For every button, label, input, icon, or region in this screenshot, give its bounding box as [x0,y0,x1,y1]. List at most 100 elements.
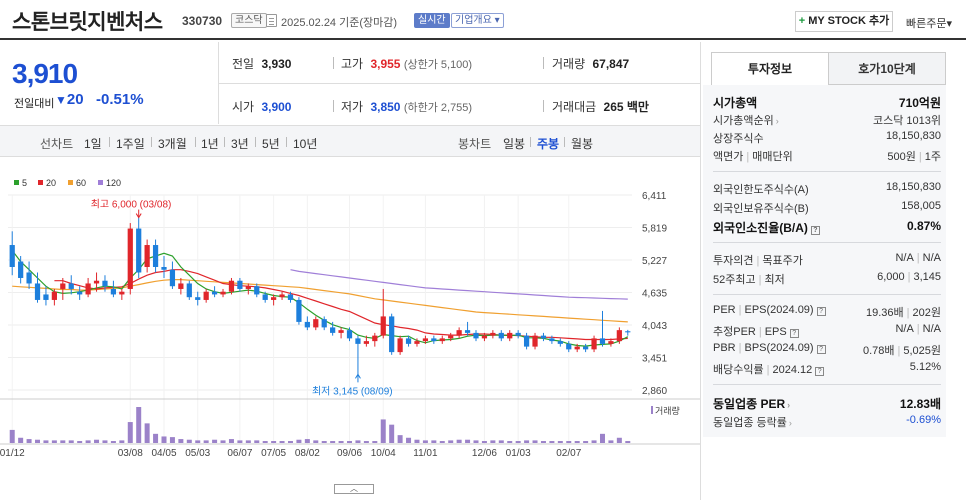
candlestick-chart[interactable]: 5 20 60 120 6,411 5,819 5,227 4,635 4,043 3,451 2… [0,172,700,462]
tab-monthly-candle[interactable]: 월봉 [571,135,593,152]
add-my-stock-button[interactable]: + MY STOCK 추가 [795,11,893,32]
candle-body [262,294,268,300]
line-chart-label: 선차트 [40,137,74,151]
company-overview-dropdown[interactable]: 기업개요 ▾ [451,13,504,28]
legend-swatch [98,180,103,185]
help-icon[interactable]: ? [810,226,820,235]
volume-bar [144,423,150,443]
candle-body [473,332,479,339]
candle-body [178,283,184,289]
help-icon[interactable]: ? [815,367,825,376]
help-icon[interactable]: ? [789,329,799,338]
y-tick-label: 4,043 [642,321,667,332]
tab-investment-info[interactable]: 투자정보 [711,52,829,85]
y-tick-label: 5,819 [642,224,667,235]
candle-body [549,338,555,342]
tab-3y[interactable]: 3년 [231,135,249,152]
tab-1d[interactable]: 1일 [84,135,102,152]
x-tick-label: 01/03 [506,448,531,459]
x-tick-label: 05/03 [185,448,210,459]
x-tick-label: 09/06 [337,448,362,459]
candle-body [439,338,445,342]
candle-body [355,338,361,344]
candle-body [245,286,251,289]
candle-body [228,280,235,292]
x-tick-label: 03/08 [118,448,143,459]
stock-name: 스톤브릿지벤처스 [12,11,163,34]
x-tick-label: 10/04 [371,448,396,459]
candle-body [203,291,209,300]
candle-body [119,291,125,295]
tab-10y[interactable]: 10년 [293,135,317,152]
help-icon[interactable]: ? [816,345,826,354]
volume-bar [127,422,133,443]
candle-body [152,245,159,267]
x-tick-label: 08/02 [295,448,320,459]
candle-body [51,291,57,300]
candle-body [414,341,420,344]
candle-body [279,294,285,298]
candle-body [26,272,32,284]
base-date: 2025.02.24 기준(장마감) [281,17,398,29]
candle-body [591,338,597,350]
tab-1y[interactable]: 1년 [201,135,219,152]
sector-per-row[interactable]: 동일업종 PER › 12.83배 [713,395,941,411]
candle-body [338,330,344,333]
sector-change-row[interactable]: 동일업종 등락률 › -0.69% [713,414,941,430]
quick-order-link[interactable]: 빠른주문▾ [906,15,952,31]
legend-swatch [14,180,19,185]
price-summary: 3,910 전일대비 ▼20 -0.51% 전일 3,930 고가 3,955 … [0,42,700,124]
investment-panel: 투자정보 호가10단계 시가총액 710억원 시가총액순위 › 코스닥 1013위… [703,42,966,500]
candle-body [287,294,294,300]
candle-body [321,319,327,328]
tab-1w[interactable]: 1주일 [116,135,145,152]
realtime-button[interactable]: 실시간 [414,13,450,28]
candle-body [448,335,454,339]
candle-body [254,286,260,295]
y-axis-ticks: 6,411 5,819 5,227 4,635 4,043 3,451 2,860 [642,191,667,397]
candle-body [144,245,150,267]
candle-body [523,335,530,347]
candle-body [271,297,277,300]
tab-3m[interactable]: 3개월 [158,135,187,152]
market-cap-rank-row[interactable]: 시가총액순위 › 코스닥 1013위 [713,112,941,128]
pbr-row: PBR | BPS(2024.09)? 0.78배 | 5,025원 [713,342,941,357]
help-icon[interactable]: ? [816,307,826,316]
moving-average-lines [11,250,629,347]
trade-amount: 거래대금 265 백만 [552,100,649,114]
candle-body [397,338,403,353]
candle-body [211,291,218,295]
per-row: PER | EPS(2024.09)? 19.36배 | 202원 [713,304,941,319]
current-price: 3,910 [12,58,78,89]
market-badge: 코스닥 [231,13,267,28]
y-tick-label: 3,451 [642,354,667,365]
candle-body [422,338,429,342]
tab-weekly-candle[interactable]: 주봉 [537,135,559,152]
chart-period-bar: 선차트 1일 1주일 3개월 1년 3년 5년 10년 봉차트 일봉 주봉 월봉 [0,125,700,157]
y-tick-label: 5,227 [642,256,667,267]
dividend-row: 배당수익률 | 2024.12? 5.12% [713,361,941,376]
candle-body [18,261,24,278]
candle-body [566,343,572,350]
tab-ask-10-levels[interactable]: 호가10단계 [828,52,946,85]
candle-body [43,294,49,300]
est-per-row: 추정PER | EPS? N/A | N/A [713,323,941,338]
tab-daily-candle[interactable]: 일봉 [503,135,525,152]
candle-body [557,341,563,344]
candle-body [574,346,580,350]
x-tick-label: 12/06 [472,448,497,459]
candle-body [93,280,100,284]
low-annotation: 최저 3,145 (08/09) [312,385,393,397]
candle-body [346,330,353,339]
candle-body [60,283,66,289]
chart-collapse-handle[interactable]: ︿ [334,484,374,494]
tab-5y[interactable]: 5년 [262,135,280,152]
candles [9,217,631,375]
candle-body [481,335,488,339]
chevron-right-icon: › [775,116,779,126]
legend-swatch [38,180,43,185]
candle-body [313,319,319,328]
candle-body [464,330,471,333]
volume-label: 거래량 [655,405,680,416]
ma5-line [11,250,629,347]
